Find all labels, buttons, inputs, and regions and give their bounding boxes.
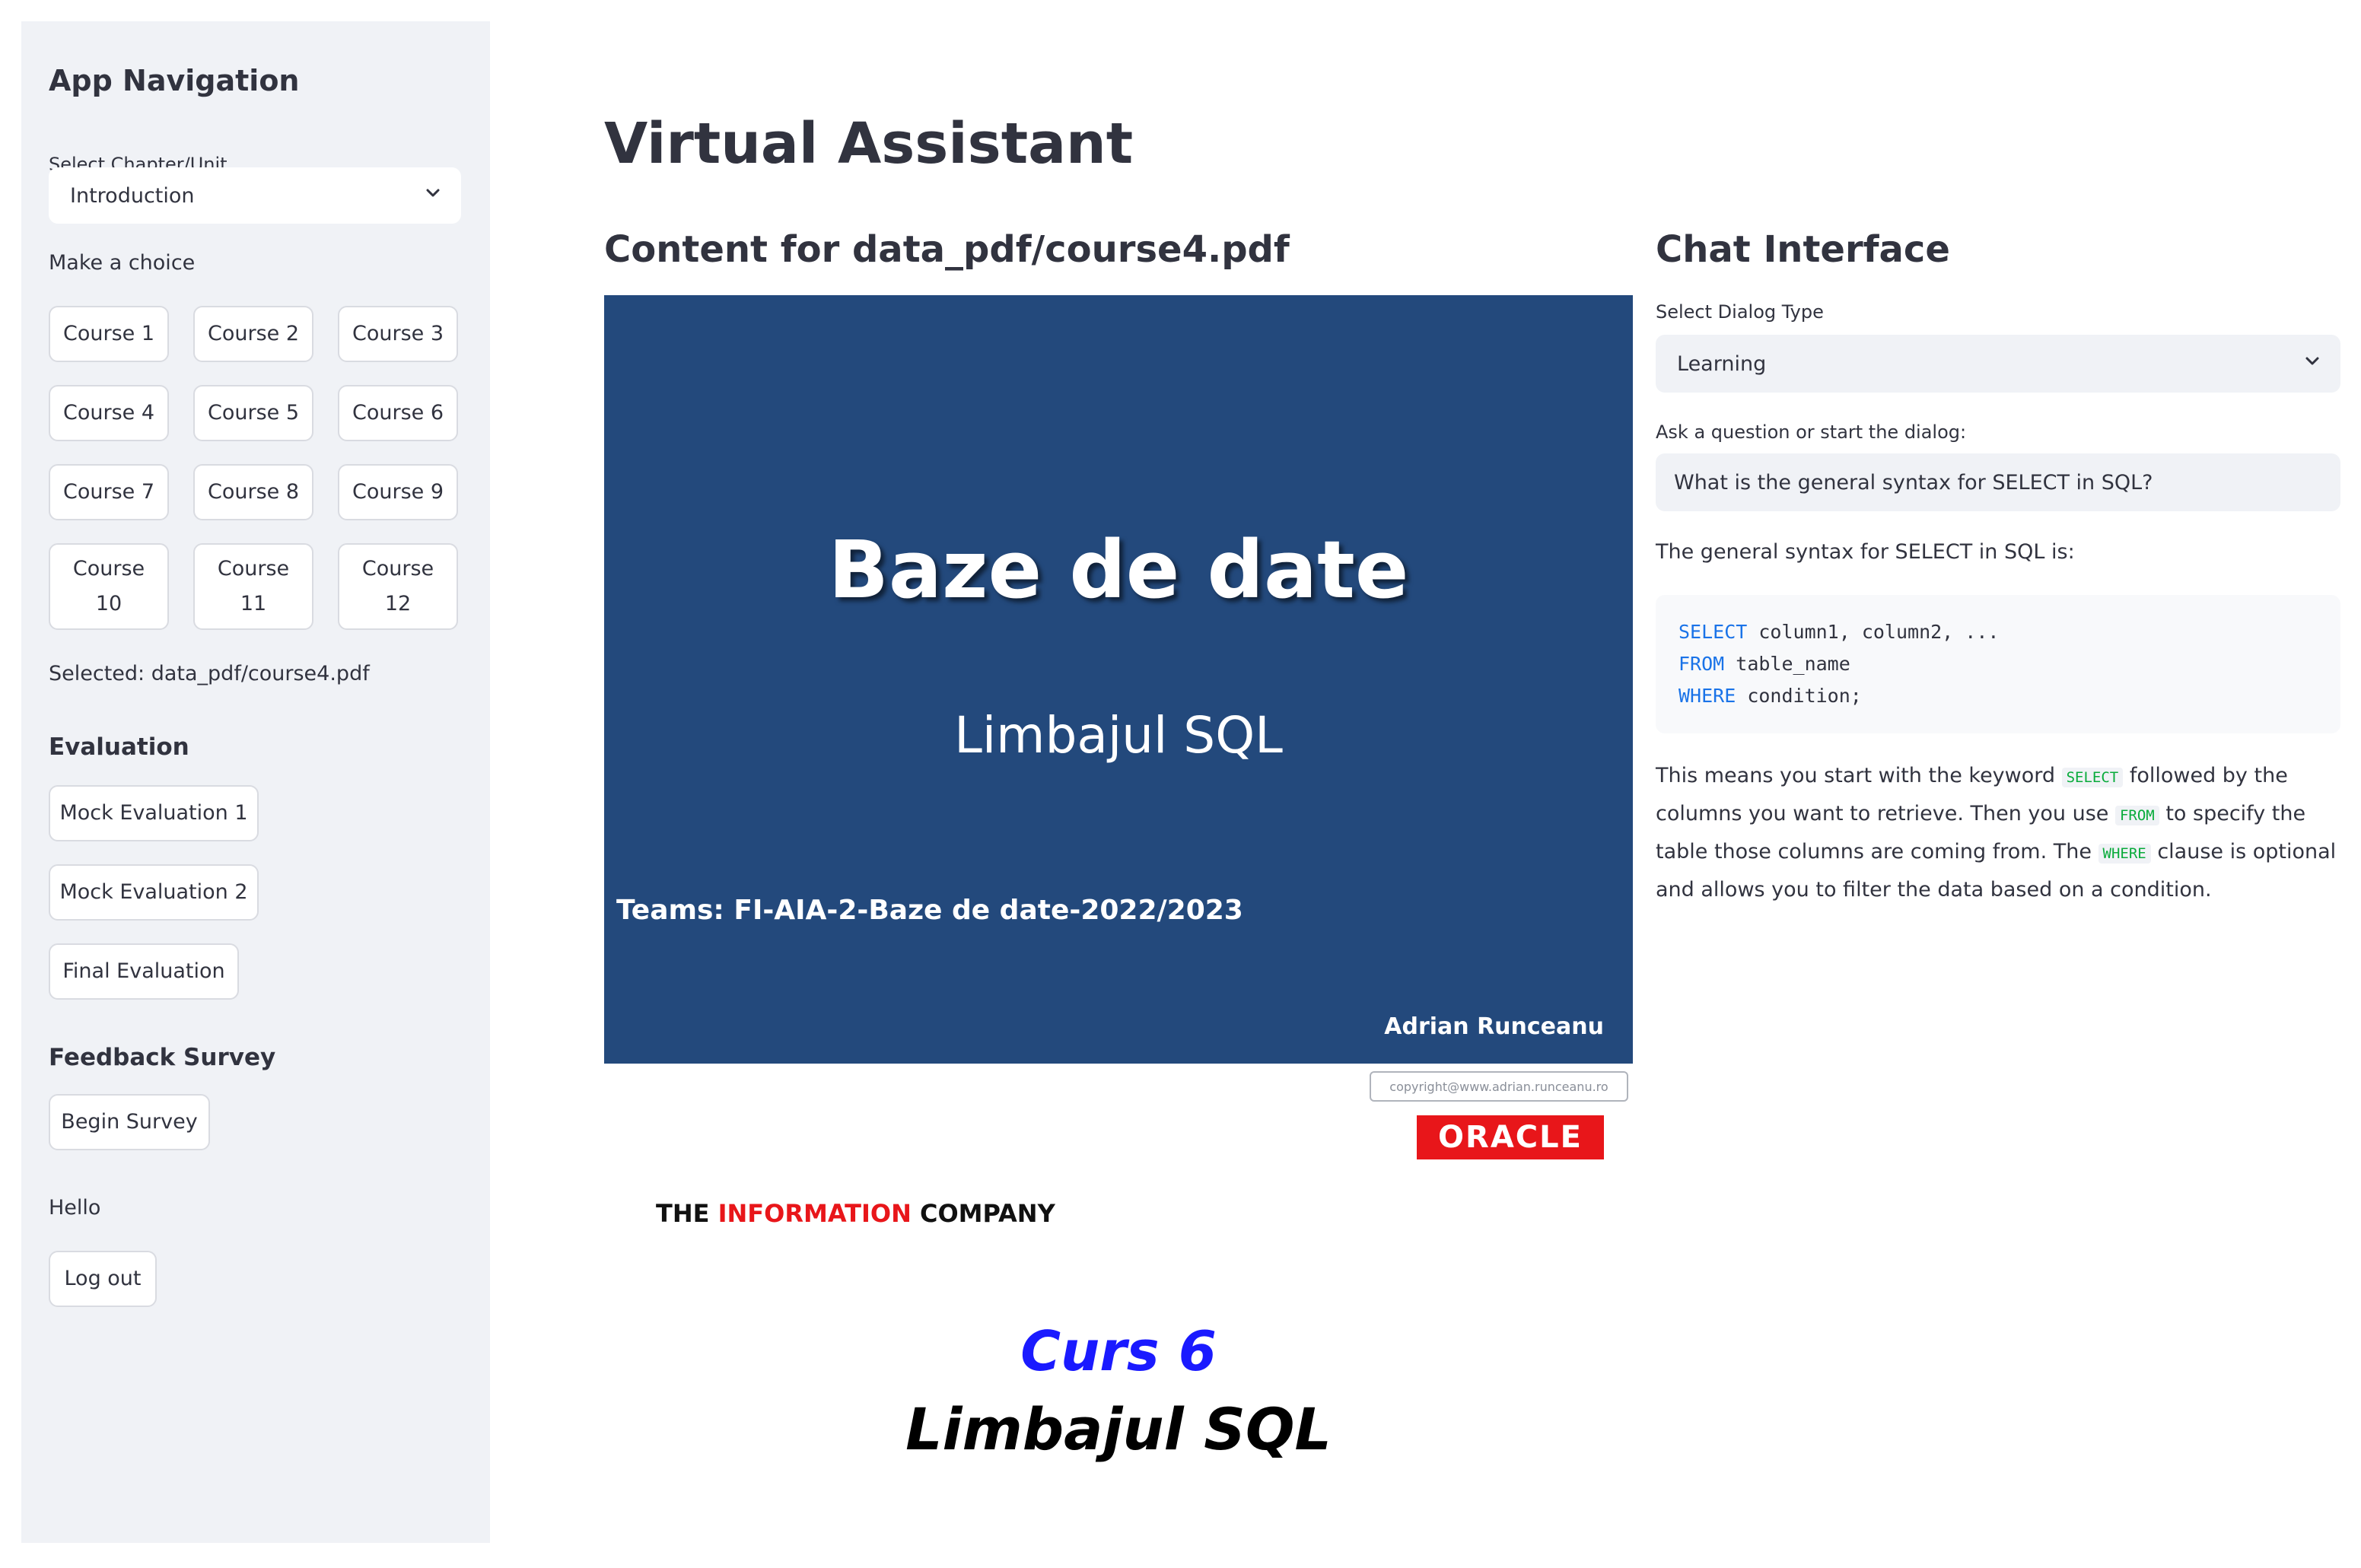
chevron-down-icon bbox=[2305, 357, 2319, 365]
dialog-type-label: Select Dialog Type bbox=[1656, 301, 1824, 323]
code-block: SELECT column1, column2, ... FROM table_… bbox=[1656, 595, 2340, 733]
begin-survey-button[interactable]: Begin Survey bbox=[49, 1094, 210, 1150]
course-11-button[interactable]: Course 11 bbox=[193, 543, 313, 630]
answer-explanation: This means you start with the keyword SE… bbox=[1656, 764, 2337, 902]
evaluation-heading: Evaluation bbox=[49, 733, 189, 761]
question-label: Ask a question or start the dialog: bbox=[1656, 421, 1967, 443]
dialog-type-value: Learning bbox=[1677, 351, 1767, 376]
course-number-title: Curs 6 bbox=[1020, 1319, 1217, 1383]
sidebar: App Navigation Select Chapter/Unit Intro… bbox=[21, 21, 490, 1543]
copyright-box: copyright@www.adrian.runceanu.ro bbox=[1370, 1071, 1628, 1102]
course-2-button[interactable]: Course 2 bbox=[193, 306, 313, 362]
chapter-select[interactable]: Introduction bbox=[49, 167, 461, 224]
course-5-button[interactable]: Course 5 bbox=[193, 385, 313, 441]
slide-author: Adrian Runceanu bbox=[1384, 1013, 1604, 1040]
slide-title: Baze de date bbox=[828, 523, 1409, 616]
hello-text: Hello bbox=[49, 1196, 101, 1220]
feedback-survey-heading: Feedback Survey bbox=[49, 1044, 276, 1071]
oracle-logo: ORACLE bbox=[1417, 1115, 1604, 1159]
page-title: Virtual Assistant bbox=[604, 111, 1134, 177]
sidebar-title: App Navigation bbox=[49, 64, 300, 97]
course-subtitle: Limbajul SQL bbox=[905, 1395, 1332, 1463]
final-evaluation-button[interactable]: Final Evaluation bbox=[49, 943, 239, 1000]
chevron-down-icon bbox=[426, 189, 440, 197]
pdf-slide: Baze de date Limbajul SQL Teams: FI-AIA-… bbox=[604, 295, 1633, 1064]
course-4-button[interactable]: Course 4 bbox=[49, 385, 169, 441]
mock-evaluation-1-button[interactable]: Mock Evaluation 1 bbox=[49, 785, 259, 841]
content-heading: Content for data_pdf/course4.pdf bbox=[604, 228, 1290, 271]
course-12-button[interactable]: Course 12 bbox=[338, 543, 458, 630]
chapter-select-value: Introduction bbox=[70, 183, 195, 208]
logout-button[interactable]: Log out bbox=[49, 1251, 157, 1307]
course-8-button[interactable]: Course 8 bbox=[193, 464, 313, 520]
course-7-button[interactable]: Course 7 bbox=[49, 464, 169, 520]
dialog-type-select[interactable]: Learning bbox=[1656, 335, 2340, 393]
question-input[interactable]: What is the general syntax for SELECT in… bbox=[1656, 453, 2340, 511]
selected-course-text: Selected: data_pdf/course4.pdf bbox=[49, 662, 370, 685]
course-9-button[interactable]: Course 9 bbox=[338, 464, 458, 520]
code-line: WHERE condition; bbox=[1678, 685, 1862, 707]
code-line: SELECT column1, column2, ... bbox=[1678, 621, 2000, 643]
slide-teams: Teams: FI-AIA-2-Baze de date-2022/2023 bbox=[616, 895, 1243, 926]
chat-heading: Chat Interface bbox=[1656, 228, 1950, 271]
make-choice-label: Make a choice bbox=[49, 251, 196, 275]
course-10-button[interactable]: Course 10 bbox=[49, 543, 169, 630]
mock-evaluation-2-button[interactable]: Mock Evaluation 2 bbox=[49, 864, 259, 921]
course-6-button[interactable]: Course 6 bbox=[338, 385, 458, 441]
code-line: FROM table_name bbox=[1678, 653, 1850, 675]
answer-intro: The general syntax for SELECT in SQL is: bbox=[1656, 540, 2075, 564]
course-1-button[interactable]: Course 1 bbox=[49, 306, 169, 362]
course-3-button[interactable]: Course 3 bbox=[338, 306, 458, 362]
slide-subtitle: Limbajul SQL bbox=[954, 706, 1283, 765]
information-company-tagline: THE INFORMATION COMPANY bbox=[656, 1199, 1055, 1228]
